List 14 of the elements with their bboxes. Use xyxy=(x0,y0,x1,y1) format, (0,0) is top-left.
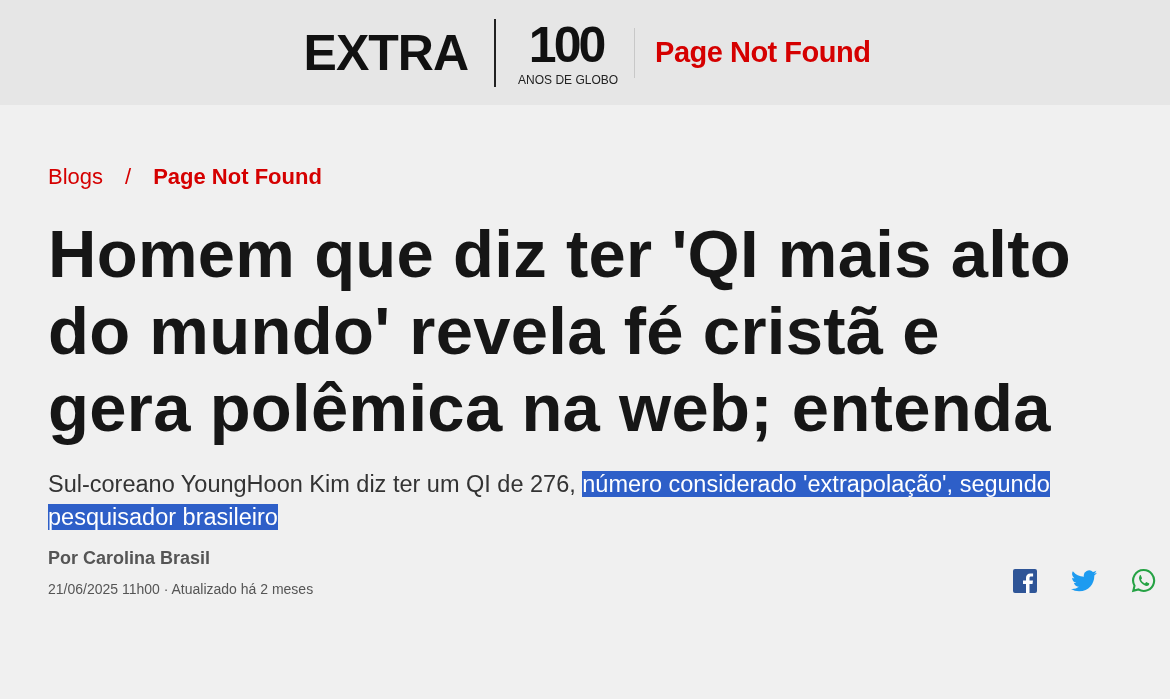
breadcrumb-link[interactable]: Blogs xyxy=(48,164,104,190)
article-headline: Homem que diz ter 'QI mais alto do mundo' revela fé cristã e gera polêmica na web; entenda xyxy=(48,215,1072,446)
site-logo[interactable]: EXTRA xyxy=(299,27,473,78)
whatsapp-icon[interactable] xyxy=(1131,568,1156,593)
facebook-icon[interactable] xyxy=(1013,568,1037,593)
publish-date: 21/06/2025 11h00 · Atualizado há 2 meses xyxy=(48,581,314,597)
anniversary-number: 100 xyxy=(528,19,605,70)
article-subtitle: Sul-coreano YoungHoon Kim diz ter um QI de 276, número considerado 'extrapolação', segundo pesquisador brasileiro xyxy=(48,470,1051,532)
breadcrumb-separator: / xyxy=(125,164,132,190)
anniversary-caption: ANOS DE GLOBO xyxy=(518,73,619,86)
author-byline: Por Carolina Brasil xyxy=(48,548,212,569)
section-title: Page Not Found xyxy=(655,38,871,67)
twitter-icon[interactable] xyxy=(1071,569,1097,592)
breadcrumb-current: Page Not Found xyxy=(153,164,322,190)
